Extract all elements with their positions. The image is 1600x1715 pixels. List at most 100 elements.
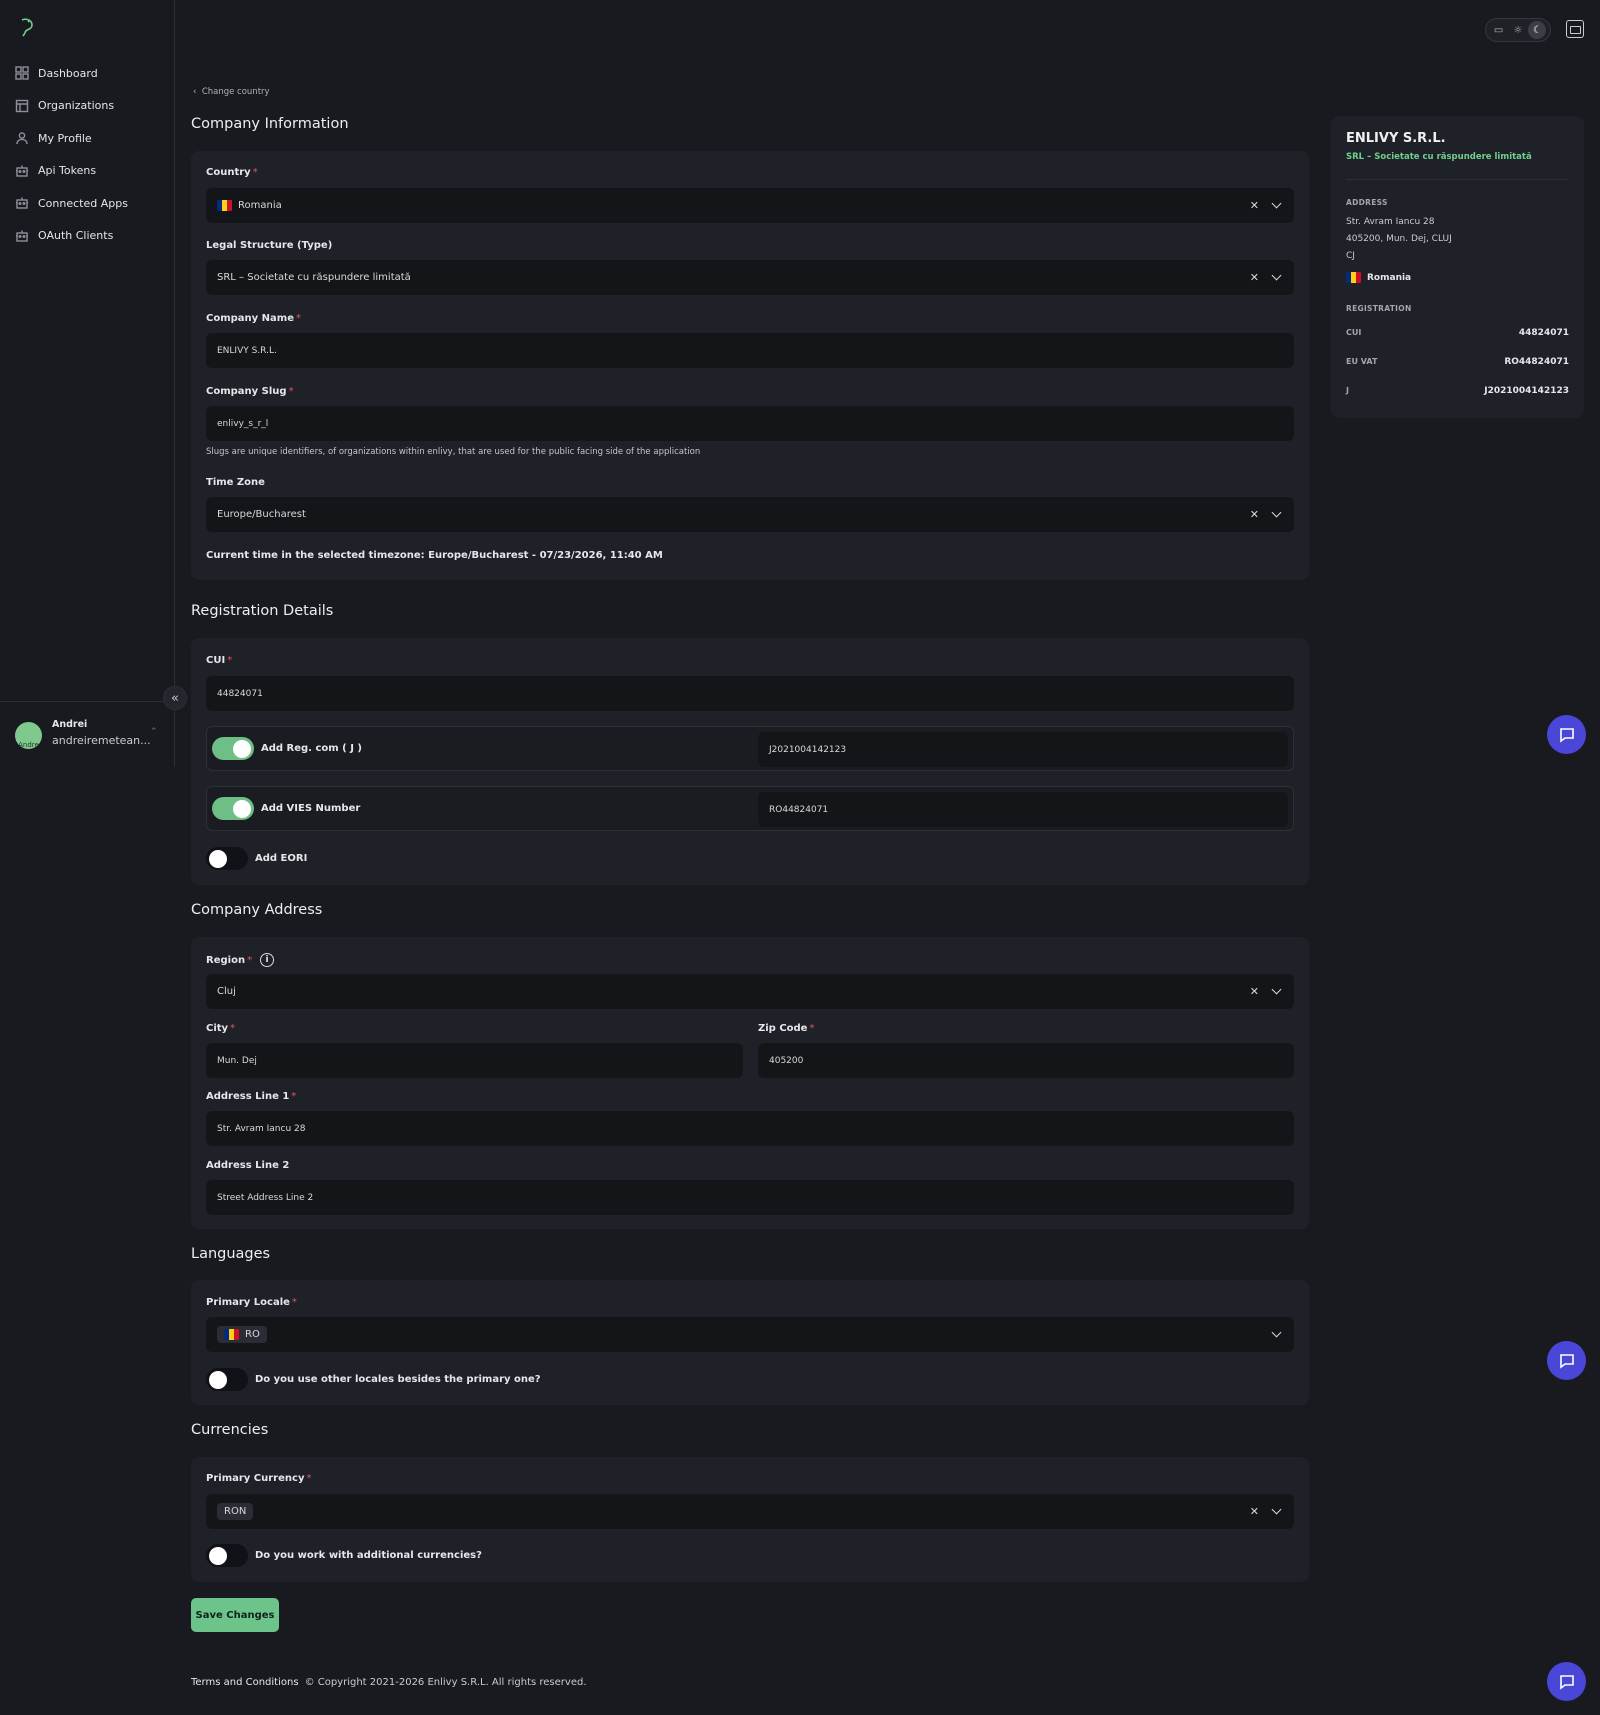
- company-name-input[interactable]: ENLIVY S.R.L.: [206, 333, 1294, 368]
- chevron-left-icon: ‹: [193, 87, 202, 97]
- sidebar-nav: Dashboard Organizations My Profile Api T…: [0, 57, 175, 252]
- company-summary-card: ENLIVY S.R.L. SRL – Societate cu răspund…: [1331, 116, 1584, 418]
- robot-icon: [16, 165, 28, 177]
- address-line-2-label: Address Line 2: [206, 1160, 290, 1171]
- collapse-sidebar-button[interactable]: «: [163, 686, 187, 710]
- primary-locale-select[interactable]: RO: [206, 1317, 1294, 1352]
- sidebar-item-my-profile[interactable]: My Profile: [0, 122, 175, 155]
- chat-button[interactable]: [1547, 715, 1586, 754]
- romania-flag-icon: [217, 200, 232, 211]
- grid-icon: [15, 66, 29, 80]
- info-icon[interactable]: i: [260, 953, 275, 967]
- legal-structure-label: Legal Structure (Type): [206, 240, 333, 251]
- sidebar-item-label: Organizations: [38, 99, 115, 113]
- address-line-2-input[interactable]: Street Address Line 2: [206, 1180, 1294, 1215]
- chevron-down-icon[interactable]: [1271, 198, 1282, 209]
- sidebar-divider: [0, 701, 175, 702]
- legal-structure-select[interactable]: SRL – Societate cu răspundere limitată ✕: [206, 260, 1294, 295]
- cui-input[interactable]: 44824071: [206, 676, 1294, 711]
- change-country-link[interactable]: ‹ Change country: [193, 87, 270, 97]
- cui-label: CUI *: [206, 655, 233, 666]
- romania-flag-icon: [224, 1329, 239, 1340]
- clear-icon[interactable]: ✕: [1250, 508, 1259, 521]
- calendar-icon[interactable]: [1566, 20, 1584, 38]
- summary-address-line-3: CJ: [1346, 251, 1355, 261]
- footer: Terms and Conditions © Copyright 2021-202…: [191, 1677, 587, 1688]
- locale-value: RO: [245, 1329, 260, 1340]
- region-value: Cluj: [217, 986, 236, 997]
- app-logo-icon[interactable]: [16, 16, 38, 38]
- sun-icon[interactable]: ☼: [1509, 21, 1527, 39]
- sidebar-item-dashboard[interactable]: Dashboard: [0, 57, 175, 90]
- user-menu[interactable]: Andre Andrei andreiremetean... ⌃: [15, 718, 165, 752]
- company-slug-label: Company Slug *: [206, 386, 294, 397]
- theme-toggle[interactable]: ▭ ☼ ☾: [1485, 18, 1551, 42]
- other-locales-label: Do you use other locales besides the pri…: [255, 1374, 541, 1385]
- robot-icon: [16, 230, 28, 242]
- section-title-registration-details: Registration Details: [191, 603, 334, 619]
- additional-currencies-label: Do you work with additional currencies?: [255, 1550, 482, 1561]
- chat-icon: [1559, 1353, 1574, 1369]
- sidebar-item-label: My Profile: [38, 131, 92, 145]
- chat-icon: [1559, 727, 1574, 743]
- summary-row-j: J J2021004142123: [1346, 386, 1569, 396]
- section-title-languages: Languages: [191, 1246, 271, 1262]
- chevron-down-icon[interactable]: [1271, 984, 1282, 995]
- double-chevron-left-icon: «: [171, 690, 179, 706]
- moon-icon[interactable]: ☾: [1528, 21, 1547, 39]
- summary-row-cui: CUI 44824071: [1346, 328, 1569, 338]
- clear-icon[interactable]: ✕: [1250, 271, 1259, 284]
- chevron-down-icon[interactable]: [1271, 1327, 1282, 1338]
- country-value: Romania: [238, 200, 282, 211]
- chevron-down-icon[interactable]: [1271, 270, 1282, 281]
- save-changes-button[interactable]: Save Changes: [191, 1598, 279, 1632]
- chevron-down-icon[interactable]: [1271, 507, 1282, 518]
- sidebar-item-api-tokens[interactable]: Api Tokens: [0, 155, 175, 188]
- robot-icon: [16, 197, 28, 209]
- currency-chip: RON: [217, 1503, 254, 1520]
- vies-input[interactable]: RO44824071: [758, 792, 1288, 827]
- vies-toggle[interactable]: [212, 797, 254, 820]
- country-select[interactable]: Romania ✕: [206, 188, 1294, 223]
- reg-com-input[interactable]: J2021004142123: [758, 732, 1288, 767]
- sidebar-item-connected-apps[interactable]: Connected Apps: [0, 187, 175, 220]
- section-title-company-address: Company Address: [191, 902, 323, 918]
- clear-icon[interactable]: ✕: [1250, 985, 1259, 998]
- chat-button[interactable]: [1547, 1662, 1586, 1701]
- sidebar-item-oauth-clients[interactable]: OAuth Clients: [0, 220, 175, 253]
- address-line-1-label: Address Line 1 *: [206, 1091, 297, 1102]
- sidebar-item-label: Api Tokens: [38, 164, 97, 178]
- other-locales-toggle[interactable]: [206, 1368, 248, 1391]
- country-label: Country *: [206, 167, 258, 178]
- terms-link[interactable]: Terms and Conditions: [191, 1677, 299, 1688]
- company-slug-input[interactable]: enlivy_s_r_l: [206, 406, 1294, 441]
- reg-com-toggle[interactable]: [212, 737, 254, 760]
- zip-code-input[interactable]: 405200: [758, 1043, 1294, 1078]
- sidebar-item-label: Connected Apps: [38, 196, 128, 210]
- chat-button[interactable]: [1547, 1341, 1586, 1380]
- chat-icon: [1559, 1674, 1574, 1690]
- chevron-down-icon[interactable]: [1271, 1504, 1282, 1515]
- sidebar-item-organizations[interactable]: Organizations: [0, 90, 175, 123]
- time-zone-value: Europe/Bucharest: [217, 509, 306, 520]
- clear-icon[interactable]: ✕: [1250, 199, 1259, 212]
- time-zone-select[interactable]: Europe/Bucharest ✕: [206, 497, 1294, 532]
- clear-icon[interactable]: ✕: [1250, 1505, 1259, 1518]
- user-icon: [16, 132, 28, 145]
- primary-currency-select[interactable]: RON ✕: [206, 1494, 1294, 1529]
- back-label: Change country: [201, 87, 270, 97]
- region-select[interactable]: Cluj ✕: [206, 974, 1294, 1009]
- vies-label: Add VIES Number: [261, 803, 361, 814]
- romania-flag-icon: [1346, 272, 1361, 283]
- primary-locale-label: Primary Locale *: [206, 1297, 297, 1308]
- eori-toggle[interactable]: [206, 847, 248, 870]
- legal-structure-value: SRL – Societate cu răspundere limitată: [217, 272, 411, 283]
- city-input[interactable]: Mun. Dej: [206, 1043, 743, 1078]
- monitor-icon[interactable]: ▭: [1490, 21, 1508, 39]
- city-label: City *: [206, 1023, 236, 1034]
- address-line-1-input[interactable]: Str. Avram Iancu 28: [206, 1111, 1294, 1146]
- additional-currencies-toggle[interactable]: [206, 1544, 248, 1567]
- summary-address-line-1: Str. Avram Iancu 28: [1346, 217, 1435, 227]
- reg-com-row: Add Reg. com ( J ) J2021004142123: [206, 726, 1294, 771]
- summary-row-eu-vat: EU VAT RO44824071: [1346, 357, 1569, 367]
